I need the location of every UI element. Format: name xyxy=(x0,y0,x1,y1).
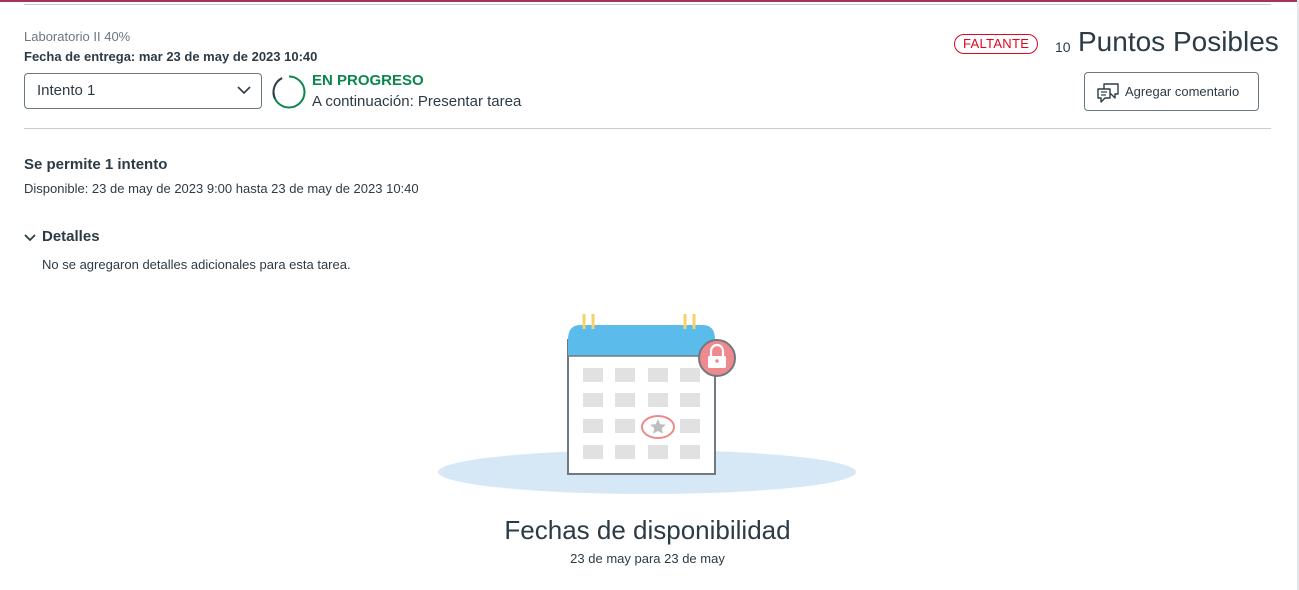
empty-state-title: Fechas de disponibilidad xyxy=(504,515,791,545)
next-step-text: A continuación: Presentar tarea xyxy=(312,93,522,110)
add-comment-button[interactable]: Agregar comentario xyxy=(1084,72,1259,111)
attempts-allowed: Se permite 1 intento xyxy=(24,156,168,173)
progress-ring-icon xyxy=(272,75,306,109)
attempt-select-value: Intento 1 xyxy=(37,82,96,99)
top-divider xyxy=(24,4,1271,5)
points-label: Puntos Posibles xyxy=(1078,26,1279,57)
top-brand-bar xyxy=(0,0,1299,2)
comment-icon xyxy=(1097,83,1119,103)
attempt-select[interactable]: Intento 1 xyxy=(24,73,262,109)
availability-dates: Disponible: 23 de may de 2023 9:00 hasta… xyxy=(24,181,419,196)
course-name: Laboratorio II 40% xyxy=(24,29,131,44)
empty-state-subtitle: 23 de may para 23 de may xyxy=(570,551,725,566)
locked-calendar-icon xyxy=(438,314,856,494)
missing-badge: FALTANTE xyxy=(954,34,1039,54)
details-toggle-label: Detalles xyxy=(42,228,100,245)
add-comment-label: Agregar comentario xyxy=(1125,84,1240,99)
points-value: 10 xyxy=(1055,39,1071,55)
header-divider xyxy=(24,128,1271,129)
details-text: No se agregaron detalles adicionales par… xyxy=(42,257,351,272)
chevron-down-icon xyxy=(24,234,36,242)
chevron-down-icon xyxy=(237,86,251,95)
submission-status: EN PROGRESO xyxy=(312,72,424,89)
due-date: Fecha de entrega: mar 23 de may de 2023 … xyxy=(24,49,318,64)
